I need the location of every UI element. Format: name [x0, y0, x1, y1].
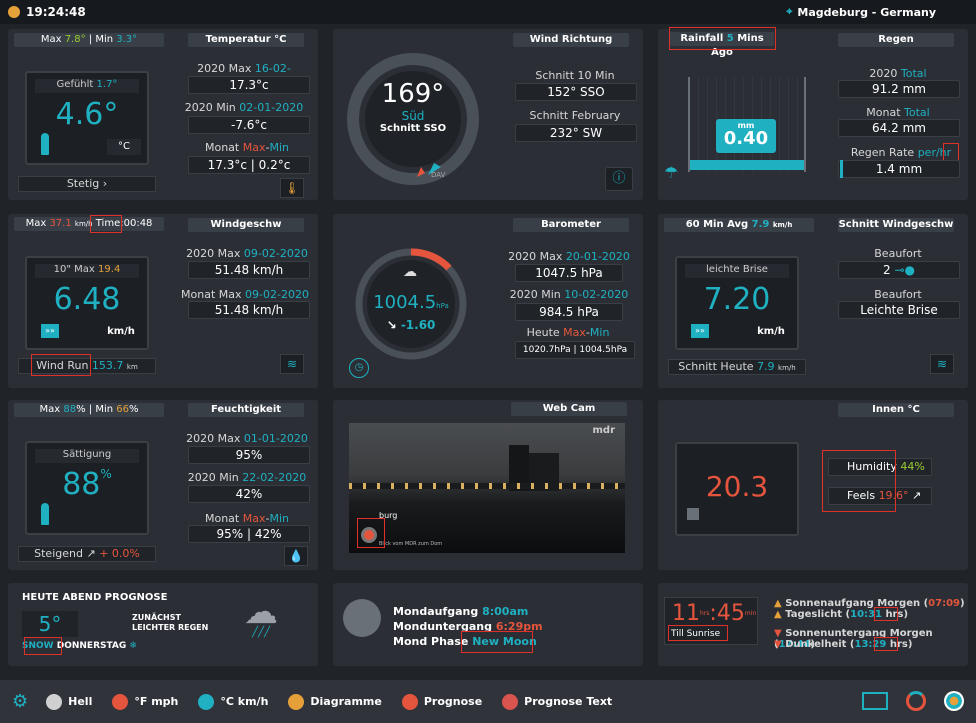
forecast-panel: HEUTE ABEND PROGNOSE 5° ZUNÄCHST LEICHTE…	[8, 583, 318, 666]
theme-option-label: Hell	[68, 695, 93, 708]
theme-option-label: Diagramme	[310, 695, 382, 708]
barometer-panel: Barometer ☁ 1004.5hPa ↘ -1.60 ◷ 2020 Max…	[333, 214, 643, 388]
year-rain-total: 91.2 mm	[838, 80, 960, 98]
weather-dashboard: 19:24:48 ⌖ Magdeburg - Germany Max 7.8° |…	[0, 0, 976, 723]
info-icon[interactable]: ⓘ	[605, 167, 633, 191]
temperature-gauge: Gefühlt 1.7° 4.6° °C	[25, 71, 149, 165]
indoor-temp-value: 20.3	[705, 470, 769, 503]
theme-legend: Hell °F mph °C km/h Diagramme Prognose Progno…	[46, 693, 632, 710]
wind-arrows-icon: »»	[691, 324, 709, 338]
wind-speed-gauge: 10" Max 19.4 6.48 »» km/h	[25, 256, 149, 350]
thermometer-icon[interactable]: 🌡	[280, 178, 304, 198]
month-rain-total: 64.2 mm	[838, 119, 960, 137]
theme-option[interactable]: °C km/h	[198, 693, 269, 710]
indoor-panel: Innen °C 20.3 Humidity 44% Feels 19.6° ↗	[658, 400, 968, 570]
color-dot-icon	[401, 693, 418, 710]
year-min-humidity: 42%	[188, 485, 310, 503]
year-max-pressure: 1047.5 hPa	[515, 264, 623, 282]
beaufort-desc: Leichte Brise	[838, 301, 960, 319]
bottom-bar: ⚙ Hell °F mph °C km/h Diagramme Prognose Prog…	[0, 680, 976, 723]
avg-10min-direction: 152° SSO	[515, 83, 637, 101]
monitor-icon	[862, 692, 888, 710]
avg-wind-value: 7.20	[703, 282, 771, 317]
humidity-panel: Max 88% | Min 66% Feuchtigkeit Sättigung…	[8, 400, 318, 570]
rain-cloud-icon: ☁	[403, 264, 417, 280]
theme-option[interactable]: Prognose Text	[502, 693, 613, 710]
year-max-temp: 17.3°c	[188, 76, 310, 94]
wind-speed-value: 6.48	[53, 282, 121, 317]
wind-waves-icon[interactable]: ≋	[930, 354, 954, 374]
beaufort-value: 2 ⊸●	[838, 261, 960, 279]
color-dot-icon	[198, 693, 215, 710]
avg-wind-gauge: leichte Brise 7.20 »» km/h	[675, 256, 799, 350]
color-dot-icon	[502, 693, 519, 710]
sun-panel: 11hrs:45min Till Sunrise ▲ Sonnenaufgang…	[658, 583, 968, 666]
current-time: 19:24:48	[26, 5, 86, 19]
sunset-icon: ▼	[774, 628, 782, 639]
wind-waves-icon[interactable]: ≋	[280, 354, 304, 374]
temperature-header: Temperatur °C	[188, 33, 304, 47]
forecast-temp: 5°	[22, 611, 78, 637]
temperature-value: 4.6°	[55, 97, 119, 132]
color-dot-icon	[46, 693, 63, 710]
person-icon	[41, 133, 49, 155]
rain-panel: Rainfall 5 Mins Ago Regen mm 0.40 ☂ 2020…	[658, 27, 968, 200]
location[interactable]: Magdeburg - Germany	[797, 6, 936, 19]
moon-icon	[343, 599, 381, 637]
theme-option[interactable]: Diagramme	[288, 693, 382, 710]
gauge-icon[interactable]: ◷	[349, 358, 369, 378]
wind-direction-panel: Wind Richtung 169° Süd Schnitt SSO DAV S…	[333, 29, 643, 200]
month-temp-range: 17.3°c | 0.2°c	[188, 156, 310, 174]
pressure-value: 1004.5	[373, 292, 437, 313]
year-max-wind: 51.48 km/h	[188, 261, 310, 279]
temperature-trend[interactable]: Stetig ›	[18, 176, 156, 192]
droplet-icon[interactable]: 💧	[284, 546, 308, 566]
avg-feb-direction: 232° SW	[515, 124, 637, 142]
temperature-panel: Max 7.8° | Min 3.3° Temperatur °C Gefühl…	[8, 29, 318, 200]
year-max-humidity: 95%	[188, 446, 310, 464]
year-min-temp: -7.6°c	[188, 116, 310, 134]
humidity-trend: Steigend ↗ + 0.0%	[18, 546, 156, 562]
theme-option-label: °F mph	[134, 695, 179, 708]
theme-option[interactable]: Hell	[46, 693, 93, 710]
theme-option-label: Prognose Text	[524, 695, 613, 708]
wind-speed-panel: Max 37.1 km/h Time:00:48 Windgeschw 10" …	[8, 214, 318, 388]
color-wheel-icon[interactable]	[944, 691, 964, 711]
avg-wind-panel: 60 Min Avg 7.9 km/h Schnitt Windgeschw l…	[658, 214, 968, 388]
webcam-panel: Web Cam mdr burg Blick vom MDR zum Dom	[333, 400, 643, 570]
color-dot-icon	[112, 693, 129, 710]
person-icon	[41, 503, 49, 525]
location-pin-icon: ⌖	[786, 5, 793, 18]
color-dot-icon	[288, 693, 305, 710]
sunrise-icon: ▲	[774, 598, 782, 609]
umbrella-icon: ☂	[664, 163, 679, 182]
moon-panel: Mondaufgang 8:00am Monduntergang 6:29pm …	[333, 583, 643, 666]
indoor-gauge: 20.3	[675, 442, 799, 536]
theme-option-label: °C km/h	[220, 695, 269, 708]
gear-icon[interactable]: ⚙	[12, 691, 28, 712]
rain-value: 0.40	[723, 128, 769, 149]
humidity-value: 88	[62, 467, 101, 502]
top-bar: 19:24:48 ⌖ Magdeburg - Germany	[0, 0, 976, 24]
wind-arrows-icon: »»	[41, 324, 59, 338]
theme-option[interactable]: °F mph	[112, 693, 179, 710]
house-icon	[687, 508, 699, 520]
today-pressure-range: 1020.7hPa | 1004.5hPa	[515, 341, 635, 359]
month-max-wind: 51.48 km/h	[188, 301, 310, 319]
humidity-gauge: Sättigung 88%	[25, 441, 149, 535]
avg-wind-today: Schnitt Heute 7.9 km/h	[668, 359, 806, 375]
webcam-image[interactable]: mdr burg Blick vom MDR zum Dom	[349, 423, 625, 553]
theme-option-label: Prognose	[423, 695, 483, 708]
rain-cloud-icon: ☁	[244, 592, 278, 632]
clock-icon	[8, 6, 20, 18]
refresh-icon[interactable]	[906, 691, 926, 711]
year-min-pressure: 984.5 hPa	[515, 303, 623, 321]
month-humidity-range: 95% | 42%	[188, 525, 310, 543]
theme-option[interactable]: Prognose	[401, 693, 483, 710]
rain-rate: 1.4 mm	[838, 160, 960, 178]
